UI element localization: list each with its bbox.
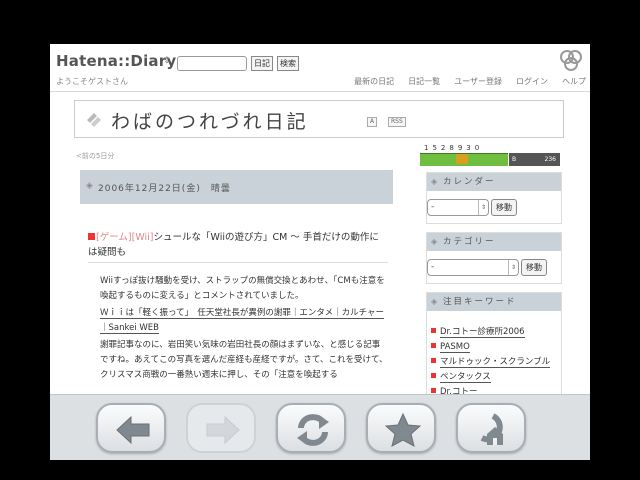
search-button[interactable]: 検索 — [277, 56, 299, 71]
diary-search-button[interactable]: 日記 — [251, 56, 273, 71]
nav-help[interactable]: ヘルプ — [562, 76, 586, 87]
forward-button[interactable] — [186, 403, 256, 453]
diary-title-box: わばのつれづれ日記 A RSS — [74, 100, 564, 138]
entry-date-bar: ◈ 2006年12月22日(金) 晴曇 — [80, 170, 393, 204]
antenna-badge[interactable]: A — [367, 117, 378, 127]
back-button[interactable] — [96, 403, 166, 453]
hatena-logo-icon — [560, 50, 582, 71]
hatena-diary-logo[interactable]: Hatena::Diary — [56, 52, 176, 70]
nav-user-register[interactable]: ユーザー登録 — [454, 76, 502, 87]
calendar-section: ◈ カレンダー - ⇕ 移動 — [426, 172, 562, 224]
counter-icon — [456, 154, 468, 164]
calendar-select[interactable]: - ⇕ — [427, 199, 489, 216]
home-icon — [480, 413, 503, 445]
header-nav: 最新の日記 日記一覧 ユーザー登録 ログイン ヘルプ — [354, 76, 586, 87]
keyword-item[interactable]: ペンタックス — [431, 370, 561, 385]
keywords-header: ◈ 注目キーワード — [427, 293, 561, 311]
entry-news-link[interactable]: Ｗｉｉは「軽く振って」 任天堂社長が異例の謝罪｜エンタメ｜カルチャー｜Sanke… — [100, 306, 388, 336]
entry-date[interactable]: 2006年12月22日(金) 晴曇 — [98, 181, 231, 194]
category-header: ◈ カテゴリー — [427, 233, 561, 251]
forward-arrow-icon — [206, 415, 240, 445]
keyword-list: Dr.コトー診療所2006 PASMO マルドゥック・スクランブル ペンタックス… — [431, 325, 561, 400]
entry-category-wii[interactable]: [Wii] — [132, 232, 154, 243]
diary-title[interactable]: わばのつれづれ日記 — [111, 107, 309, 134]
category-select[interactable]: - ⇕ — [427, 259, 519, 276]
logo-dropdown-icon[interactable]: ⇕ — [163, 56, 171, 66]
section-bullet-icon: ◈ — [431, 237, 440, 246]
browser-screen: Hatena::Diary ⇕ 日記 検索 ようこそゲストさん 最新の日記 日記… — [50, 44, 590, 460]
diary-title-icon — [87, 113, 101, 127]
select-arrow-icon: ⇕ — [478, 200, 488, 215]
select-arrow-icon: ⇕ — [508, 260, 518, 275]
favorites-star-icon — [384, 412, 422, 447]
section-bullet-icon: ◈ — [431, 177, 440, 186]
keyword-item[interactable]: マルドゥック・スクランブル — [431, 355, 561, 370]
bookmark-counter[interactable]: B 236 — [509, 153, 560, 166]
section-bullet-icon: ◈ — [431, 297, 440, 306]
nav-diary-list[interactable]: 日記一覧 — [408, 76, 440, 87]
welcome-text: ようこそゲストさん — [56, 77, 128, 86]
keyword-item[interactable]: PASMO — [431, 340, 561, 355]
reload-button[interactable] — [276, 403, 346, 453]
keyword-item[interactable]: Dr.コトー診療所2006 — [431, 325, 561, 340]
category-go-button[interactable]: 移動 — [521, 259, 547, 276]
reload-icon — [297, 414, 329, 446]
nav-latest-diary[interactable]: 最新の日記 — [354, 76, 394, 87]
rss-badge[interactable]: RSS — [388, 117, 406, 127]
access-counter: 1528930 B 236 — [420, 144, 560, 166]
entry-divider — [88, 262, 388, 263]
browser-toolbar — [50, 394, 590, 460]
entry-marker-icon — [88, 233, 95, 240]
category-section: ◈ カテゴリー - ⇕ 移動 — [426, 232, 562, 284]
counter-digits: 1528930 — [424, 144, 484, 152]
search-input[interactable] — [177, 56, 247, 71]
back-arrow-icon — [116, 415, 150, 445]
previous-days-link[interactable]: <前の5日分 — [76, 151, 114, 161]
calendar-go-button[interactable]: 移動 — [491, 199, 517, 216]
site-header: Hatena::Diary ⇕ 日記 検索 ようこそゲストさん 最新の日記 日記… — [50, 44, 590, 92]
entry-category-game[interactable]: [ゲーム] — [96, 232, 132, 243]
date-bullet-icon: ◈ — [86, 181, 93, 191]
entry-title: [ゲーム][Wii]シュールな「Wiiの遊び方」CM ～ 手首だけの動作には疑問… — [88, 230, 388, 260]
entry-paragraph-1: Wiiすっぽ抜け騒動を受け、ストラップの無償交換とあわせ、「CMも注意を喚起する… — [100, 276, 385, 301]
nav-login[interactable]: ログイン — [516, 76, 548, 87]
home-button[interactable] — [456, 403, 526, 453]
favorites-button[interactable] — [366, 403, 436, 453]
calendar-header: ◈ カレンダー — [427, 173, 561, 191]
entry-paragraph-3: 謝罪記事なのに、岩田笑い気味の岩田社長の顔はまずいな、と感じる記事ですね。あえて… — [100, 340, 388, 380]
